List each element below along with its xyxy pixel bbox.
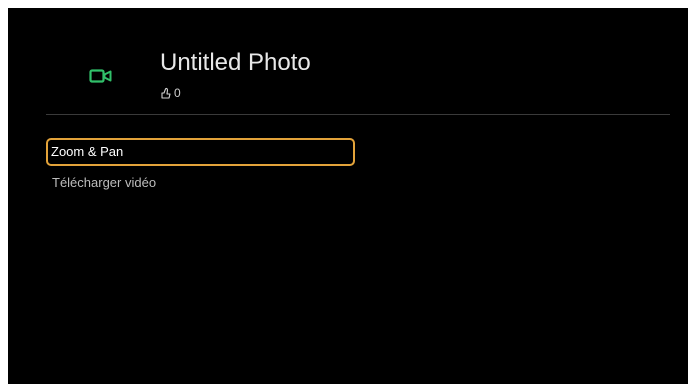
options-menu: Zoom & Pan Télécharger vidéo <box>46 138 356 198</box>
rating-count: 0 <box>174 86 181 100</box>
media-info-screen: Untitled Photo 0 Zoom & Pan Télécharger … <box>8 8 688 384</box>
video-camera-icon <box>89 69 112 83</box>
thumbs-up-icon <box>161 87 171 99</box>
header-divider <box>46 114 670 115</box>
menu-item-zoom-pan[interactable]: Zoom & Pan <box>46 138 355 166</box>
rating: 0 <box>160 86 181 100</box>
media-title: Untitled Photo <box>160 49 311 76</box>
menu-item-download-video[interactable]: Télécharger vidéo <box>46 170 355 198</box>
